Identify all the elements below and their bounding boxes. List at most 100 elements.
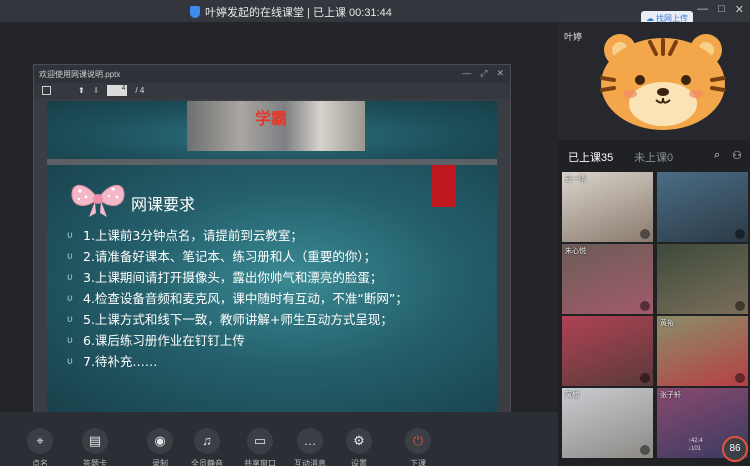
prev-page-icon[interactable]: ⬆ [78,86,85,95]
bullet-text: 3.上课期间请打开摄像头，露出你帅气和漂亮的脸蛋； [83,270,383,285]
participants-panel: 叶婷 已上课35 未上课0 ⌕ ⚇ 云一晴 朱心悦 黄裕 黄楠 张子轩 86 [558,22,750,466]
tool-label: 共享窗口 [244,459,276,466]
student-name: 黄裕 [660,320,674,327]
bullet-item: υ 5.上课方式和线下一致，教师讲解+师生互动方式呈现； [67,309,408,330]
page-total: / 4 [135,86,145,95]
next-page-icon[interactable]: ⬇ [93,86,100,95]
ppt-page-nav: ⬆ ⬇ 4 / 4 [78,85,144,96]
record-icon: ◉ [147,428,173,454]
attendance-tabs: 已上课35 未上课0 ⌕ ⚇ [558,144,750,168]
minimize-icon[interactable]: — [697,3,708,16]
end-class-button[interactable]: ⏻ 下课 [398,428,438,466]
page-number-input[interactable]: 4 [107,85,128,96]
ppt-close-icon[interactable]: ✕ [496,68,504,79]
tool-label: 录制 [152,459,168,466]
search-icon[interactable]: ⌕ [714,149,720,162]
mic-icon [640,445,650,455]
record-button[interactable]: ◉ 录制 [140,428,180,466]
bullet-item: υ 4.检查设备音频和麦克风，课中随时有互动，不准“断网”； [67,288,408,309]
mic-icon [735,229,745,239]
answer-card-button[interactable]: ▤ 答题卡 [75,428,115,466]
bullet-item: υ 6.课后练习册作业在钉钉上传 [67,330,408,351]
mute-all-icon: ♫ [194,428,220,454]
maximize-icon[interactable]: □ [718,3,725,16]
student-name: 云一晴 [565,176,586,183]
ppt-title-bar: 欢迎使用网课说明.pptx — ⤢ ✕ [34,65,510,83]
mic-icon [640,229,650,239]
student-tile[interactable] [657,244,748,314]
student-tile[interactable]: 云一晴 [562,172,653,242]
tool-label: 互动消息 [294,459,326,466]
bullet-marker: υ [67,230,73,241]
title-center: 叶婷发起的在线课堂 | 已上课 00:31:44 [190,4,392,20]
network-speed-badge[interactable]: 86 [722,436,748,462]
tool-label: 点名 [32,459,48,466]
bullet-item: υ 7.待补充…… [67,351,408,372]
sidebar-toggle-icon[interactable] [42,86,51,95]
chat-button[interactable]: … 互动消息 [290,428,330,466]
student-tile[interactable]: 黄楠 [562,388,653,458]
tiger-avatar [600,34,726,130]
share-window-button[interactable]: ▭ 共享窗口 [240,428,280,466]
upload-speed: ↑42.4 [688,438,703,444]
ppt-window-controls: — ⤢ ✕ [462,68,504,79]
settings-icon: ⚙ [346,428,372,454]
chat-icon: … [297,428,323,454]
bullet-text: 5.上课方式和线下一致，教师讲解+师生互动方式呈现； [83,312,393,327]
student-tile[interactable] [657,172,748,242]
mic-icon [640,301,650,311]
bullet-marker: υ [67,314,73,325]
student-tile[interactable]: 黄裕 [657,316,748,386]
ppt-toolbar: ⬆ ⬇ 4 / 4 [34,83,510,99]
ppt-restore-icon[interactable]: ⤢ [480,68,487,79]
share-window-icon: ▭ [247,428,273,454]
mic-icon [640,373,650,383]
tool-label: 答题卡 [83,459,107,466]
mic-icon [735,301,745,311]
ppt-filename: 欢迎使用网课说明.pptx [39,70,121,79]
settings-button[interactable]: ⚙ 设置 [339,428,379,466]
bullet-marker: υ [67,356,73,367]
main-stage: 欢迎使用网课说明.pptx — ⤢ ✕ ⬆ ⬇ 4 / 4 学霸 网课要求 υ … [0,22,558,424]
bullet-text: 6.课后练习册作业在钉钉上传 [83,333,245,348]
student-tile[interactable]: 朱心悦 [562,244,653,314]
bottom-toolbar: ⌖ 点名 ▤ 答题卡 ◉ 录制 ♫ 全员静音 ▭ 共享窗口 … 互动消息 ⚙ 设… [0,412,558,466]
shield-icon [190,6,200,18]
student-name: 张子轩 [660,392,681,399]
tab-not-attended[interactable]: 未上课0 [634,149,673,165]
tool-label: 设置 [351,459,367,466]
previous-slide-area: 学霸 [47,101,497,159]
current-slide: 网课要求 υ 1.上课前3分钟点名，请提前到云教室； υ 2.请准备好课本、笔记本、… [47,165,497,417]
slide-heading: 网课要求 [131,195,196,214]
bullet-item: υ 3.上课期间请打开摄像头，露出你帅气和漂亮的脸蛋； [67,267,408,288]
close-icon[interactable]: ✕ [735,3,744,16]
power-icon: ⏻ [405,428,431,454]
rollcall-button[interactable]: ⌖ 点名 [20,428,60,466]
network-speed-readout: ↑42.4 ↓101 [688,437,703,453]
bullet-marker: υ [67,335,73,346]
app-root: 叶婷发起的在线课堂 | 已上课 00:31:44 — □ ✕ ☁ 找网上传 欢迎… [0,0,750,466]
banner-text: 学霸 [255,109,288,128]
tool-label: 全员静音 [191,459,223,466]
student-tile[interactable] [562,316,653,386]
title-bar: 叶婷发起的在线课堂 | 已上课 00:31:44 — □ ✕ [0,0,750,22]
bullet-marker: υ [67,251,73,262]
slide-bullet-list: υ 1.上课前3分钟点名，请提前到云教室； υ 2.请准备好课本、笔记本、练习册和人… [67,225,408,372]
download-speed: ↓101 [688,446,702,452]
teacher-name: 叶婷 [564,32,583,42]
bullet-marker: υ [67,293,73,304]
tab-attended[interactable]: 已上课35 [568,149,613,165]
teacher-video: 叶婷 [558,22,750,140]
ppt-minimize-icon[interactable]: — [462,68,471,79]
add-user-icon[interactable]: ⚇ [732,149,742,162]
ppt-window[interactable]: 欢迎使用网课说明.pptx — ⤢ ✕ ⬆ ⬇ 4 / 4 学霸 网课要求 υ … [33,64,511,424]
mute-all-button[interactable]: ♫ 全员静音 [187,428,227,466]
bullet-item: υ 2.请准备好课本、笔记本、练习册和人（重要的你）； [67,246,408,267]
answer-card-icon: ▤ [82,428,108,454]
student-name: 朱心悦 [565,248,586,255]
bow-icon [71,184,125,217]
tool-label: 下课 [410,459,426,466]
bullet-item: υ 1.上课前3分钟点名，请提前到云教室； [67,225,408,246]
bullet-text: 2.请准备好课本、笔记本、练习册和人（重要的你）； [83,249,377,264]
bullet-text: 4.检查设备音频和麦克风，课中随时有互动，不准“断网”； [83,291,408,306]
